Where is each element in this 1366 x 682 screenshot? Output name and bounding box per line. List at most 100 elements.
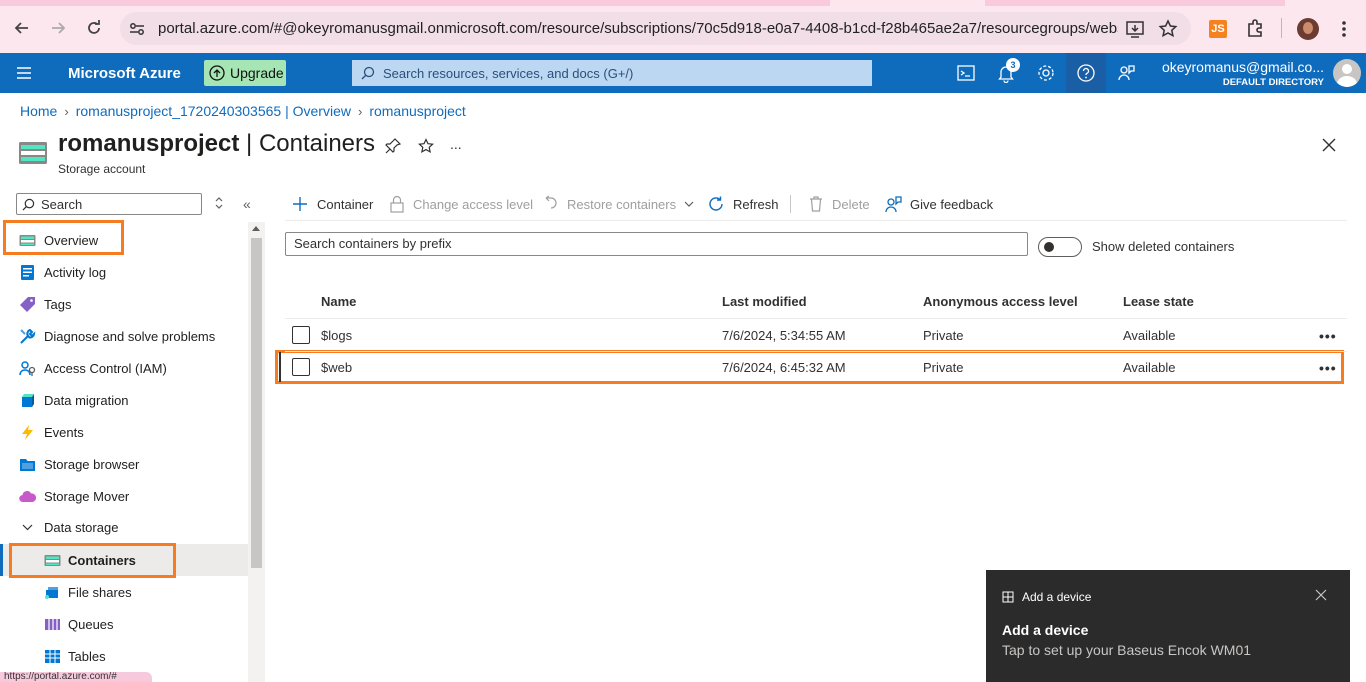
collapse-sidebar-icon[interactable]: «: [243, 196, 251, 212]
add-container-label: Container: [317, 196, 374, 212]
pin-icon[interactable]: [385, 138, 401, 154]
account-info[interactable]: okeyromanus@gmail.co... DEFAULT DIRECTOR…: [1162, 59, 1324, 88]
help-question-icon: [1076, 63, 1096, 83]
url-text[interactable]: portal.azure.com/#@okeyromanusgmail.onmi…: [158, 20, 1118, 37]
address-bar[interactable]: portal.azure.com/#@okeyromanusgmail.onmi…: [120, 12, 1191, 45]
sidebar-item-label: Diagnose and solve problems: [44, 329, 216, 344]
table-row[interactable]: $logs 7/6/2024, 5:34:55 AM Private Avail…: [285, 319, 1347, 351]
give-feedback-button[interactable]: Give feedback: [884, 190, 993, 218]
site-info-icon[interactable]: [128, 20, 146, 38]
toast-header-label: Add a device: [1022, 590, 1092, 604]
close-blade-icon[interactable]: [1321, 137, 1337, 153]
settings-gear-icon[interactable]: [1036, 63, 1056, 83]
brand-link[interactable]: Microsoft Azure: [68, 65, 181, 82]
sidebar-item-data-migration[interactable]: Data migration: [0, 384, 248, 416]
sidebar-item-label: Data migration: [44, 393, 129, 408]
favorite-star-icon[interactable]: [418, 138, 434, 154]
restore-icon: [545, 195, 557, 209]
delete-button[interactable]: Delete: [808, 190, 870, 218]
change-access-level-button[interactable]: Change access level: [389, 190, 533, 218]
breadcrumb-storage-account[interactable]: romanusproject: [369, 103, 466, 119]
extensions-puzzle-icon[interactable]: [1245, 18, 1265, 38]
show-deleted-toggle[interactable]: [1038, 237, 1082, 257]
js-extension-icon[interactable]: JS: [1209, 20, 1227, 38]
breadcrumb-home[interactable]: Home: [20, 103, 57, 119]
breadcrumb-resource-group[interactable]: romanusproject_1720240303565 | Overview: [76, 103, 351, 119]
sidebar-item-storage-browser[interactable]: Storage browser: [0, 448, 248, 480]
sidebar-item-queues[interactable]: Queues: [0, 608, 248, 640]
show-deleted-label: Show deleted containers: [1092, 239, 1235, 254]
browser-menu-icon[interactable]: [1336, 19, 1352, 39]
plus-icon: [293, 197, 307, 211]
column-header-lease-state[interactable]: Lease state: [1123, 294, 1194, 309]
activity-log-icon: [19, 264, 36, 281]
sidebar-item-events[interactable]: Events: [0, 416, 248, 448]
row-checkbox[interactable]: [292, 326, 310, 344]
lease-state-cell: Available: [1123, 360, 1176, 375]
delete-label: Delete: [832, 196, 870, 212]
sort-toggle-icon[interactable]: [214, 196, 224, 210]
column-header-last-modified[interactable]: Last modified: [722, 294, 807, 309]
sidebar-item-iam[interactable]: Access Control (IAM): [0, 352, 248, 384]
sidebar-item-storage-mover[interactable]: Storage Mover: [0, 480, 248, 512]
back-icon[interactable]: [9, 15, 35, 41]
install-app-icon[interactable]: [1125, 19, 1145, 39]
lease-state-cell: Available: [1123, 328, 1176, 343]
sidebar-group-data-storage[interactable]: Data storage: [0, 511, 248, 543]
sidebar-item-tags[interactable]: Tags: [0, 288, 248, 320]
tab-strip: [0, 0, 1366, 6]
sidebar-item-diagnose[interactable]: Diagnose and solve problems: [0, 320, 248, 352]
queues-icon: [44, 616, 61, 633]
sidebar-item-label: Storage browser: [44, 457, 140, 472]
column-header-access-level[interactable]: Anonymous access level: [923, 294, 1078, 309]
resource-type: Storage account: [58, 162, 146, 176]
forward-icon[interactable]: [45, 15, 71, 41]
sidebar-item-activity-log[interactable]: Activity log: [0, 256, 248, 288]
access-level-cell: Private: [923, 328, 964, 343]
row-more-actions-icon[interactable]: •••: [1319, 360, 1337, 376]
toast-close-icon[interactable]: [1315, 589, 1327, 601]
account-avatar[interactable]: [1333, 59, 1361, 87]
command-bar: Container Change access level Restore co…: [285, 190, 1345, 218]
trash-icon: [810, 196, 822, 212]
refresh-label: Refresh: [733, 196, 779, 212]
device-toast-notification[interactable]: Add a device Add a device Tap to set up …: [986, 570, 1350, 682]
sidebar-item-file-shares[interactable]: File shares: [0, 576, 248, 608]
sidebar-item-overview[interactable]: Overview: [0, 224, 248, 256]
sidebar-item-containers[interactable]: Containers: [0, 544, 248, 576]
help-button[interactable]: [1066, 53, 1106, 93]
wrench-icon: [19, 328, 36, 345]
focused-row-marker: [279, 352, 281, 382]
upgrade-button[interactable]: Upgrade: [204, 60, 286, 86]
restore-containers-button[interactable]: Restore containers: [543, 190, 696, 218]
scroll-up-icon[interactable]: [252, 226, 260, 231]
container-prefix-search-input[interactable]: Search containers by prefix: [285, 232, 1028, 256]
bookmark-star-icon[interactable]: [1158, 19, 1178, 39]
container-name-link[interactable]: $logs: [321, 328, 352, 343]
browser-profile-avatar[interactable]: [1297, 18, 1319, 40]
add-container-button[interactable]: Container: [291, 190, 373, 218]
notification-count-badge: 3: [1006, 58, 1020, 72]
reload-icon[interactable]: [81, 15, 107, 41]
refresh-button[interactable]: Refresh: [707, 190, 779, 218]
scrollbar-thumb[interactable]: [251, 238, 262, 568]
sidebar-item-tables[interactable]: Tables: [0, 640, 248, 672]
sidebar-search-input[interactable]: Search: [16, 193, 202, 215]
container-name-link[interactable]: $web: [321, 360, 352, 375]
sidebar-item-label: File shares: [68, 585, 132, 600]
sidebar-item-label: Data storage: [44, 520, 119, 535]
sidebar-item-label: Tables: [68, 649, 106, 664]
global-search-input[interactable]: Search resources, services, and docs (G+…: [352, 60, 872, 86]
more-options-icon[interactable]: ...: [450, 136, 462, 152]
sidebar-scrollbar[interactable]: [248, 222, 265, 682]
device-icon: [1002, 591, 1014, 603]
table-row[interactable]: $web 7/6/2024, 6:45:32 AM Private Availa…: [285, 351, 1347, 383]
cloud-shell-icon[interactable]: [956, 63, 976, 83]
toast-body: Tap to set up your Baseus Encok WM01: [1002, 642, 1252, 658]
row-more-actions-icon[interactable]: •••: [1319, 328, 1337, 344]
chevron-right-icon: ›: [357, 103, 363, 119]
row-checkbox[interactable]: [292, 358, 310, 376]
column-header-name[interactable]: Name: [321, 294, 356, 309]
feedback-icon[interactable]: [1116, 63, 1136, 83]
portal-menu-icon[interactable]: [16, 66, 32, 80]
